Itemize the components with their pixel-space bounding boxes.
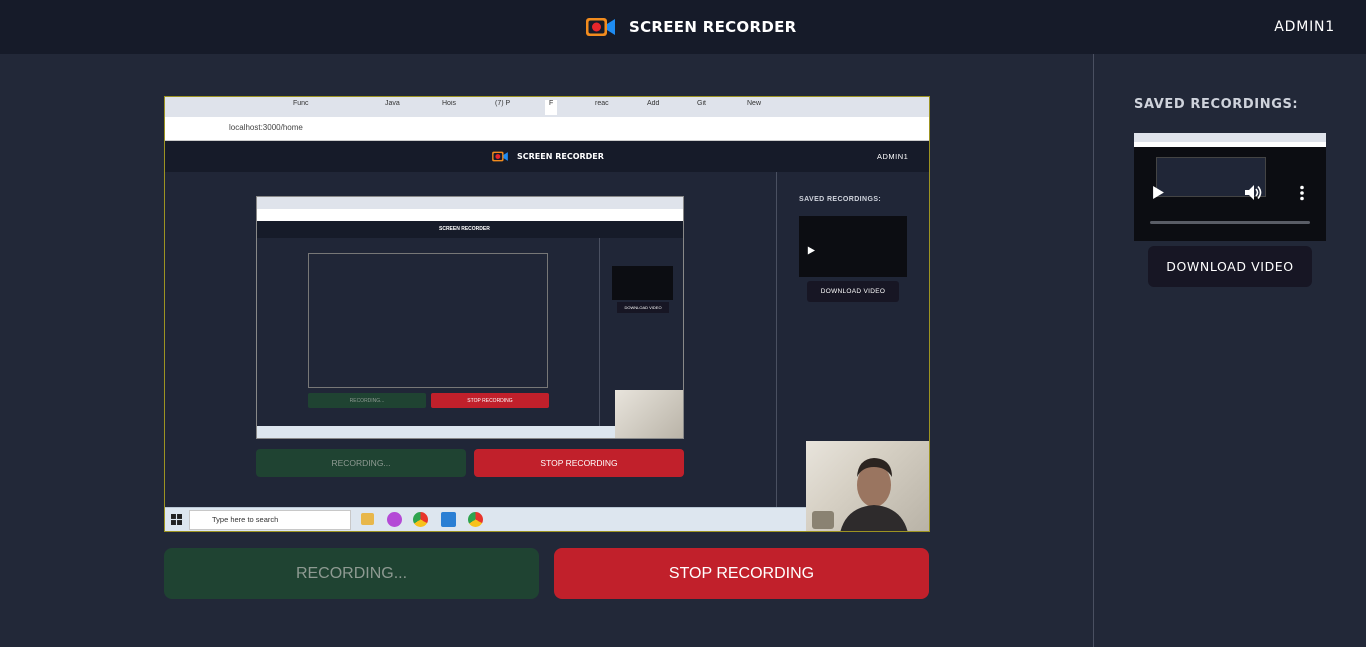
preview-tab: Add: [647, 100, 660, 107]
saved-recordings-title: SAVED RECORDINGS:: [1134, 97, 1299, 112]
vscode-icon: [441, 512, 456, 527]
app-title: SCREEN RECORDER: [629, 18, 797, 36]
video-camera-icon: [492, 151, 508, 162]
preview-app-header: SCREEN RECORDER ADMIN1: [165, 141, 929, 172]
preview-tab: reac: [595, 100, 609, 107]
preview-taskbar-search: Type here to search: [189, 510, 351, 530]
nested-inner-frame: [308, 253, 548, 388]
volume-icon[interactable]: [1245, 185, 1263, 200]
webcam-overlay: [806, 441, 929, 531]
nested-tab-bar: [257, 197, 683, 209]
preview-saved-title: SAVED RECORDINGS:: [799, 196, 882, 203]
chrome-icon: [468, 512, 483, 527]
preview-app-title: SCREEN RECORDER: [517, 152, 604, 161]
preview-tab: F: [545, 100, 558, 115]
sidebar-divider: [1093, 54, 1094, 647]
recording-video[interactable]: [1134, 133, 1326, 241]
recording-button[interactable]: RECORDING...: [164, 548, 539, 599]
stop-recording-button[interactable]: STOP RECORDING: [554, 548, 929, 599]
nested-webcam: [615, 390, 683, 438]
preview-address-bar: localhost:3000/home: [165, 117, 929, 141]
preview-tab: Hois: [442, 100, 457, 107]
preview-tab: Func: [293, 100, 309, 107]
preview-tab-bar: Func Java Hois (7) P F reac Add Git New: [165, 97, 929, 117]
windows-icon: [171, 514, 182, 525]
app-icon: [387, 512, 402, 527]
nested-thumbnail: [612, 266, 673, 300]
preview-stop-button: STOP RECORDING: [474, 449, 684, 477]
chrome-icon: [413, 512, 428, 527]
preview-divider: [776, 172, 777, 507]
preview-recording-button: RECORDING...: [256, 449, 466, 477]
video-frame-tabbar: [1134, 133, 1326, 142]
nested-app-header: SCREEN RECORDER: [257, 221, 683, 238]
top-navbar: SCREEN RECORDER ADMIN1: [0, 0, 1366, 54]
preview-thumbnail: [799, 216, 907, 277]
brand: SCREEN RECORDER: [585, 14, 797, 40]
preview-tab: Git: [697, 100, 706, 107]
preview-user: ADMIN1: [877, 152, 909, 161]
preview-download-button: DOWNLOAD VIDEO: [807, 281, 899, 302]
nested-download-button: DOWNLOAD VIDEO: [617, 302, 669, 313]
video-camera-icon: [586, 18, 615, 36]
nested-address-bar: [257, 209, 683, 221]
play-icon[interactable]: [1153, 186, 1164, 199]
download-video-button[interactable]: DOWNLOAD VIDEO: [1148, 246, 1312, 287]
video-progress-bar[interactable]: [1150, 221, 1310, 224]
nested-preview: SCREEN RECORDER DOWNLOAD VIDEO RECORDING…: [256, 196, 684, 439]
nested-recording-button: RECORDING...: [308, 393, 426, 408]
preview-tab: Java: [385, 100, 400, 107]
more-vertical-icon[interactable]: [1299, 185, 1305, 201]
preview-tab: (7) P: [495, 100, 511, 107]
nested-divider: [599, 238, 600, 428]
user-name[interactable]: ADMIN1: [1274, 19, 1335, 35]
nested-stop-button: STOP RECORDING: [431, 393, 549, 408]
video-frame-address: [1134, 142, 1326, 147]
folder-icon: [361, 513, 374, 525]
preview-address: localhost:3000/home: [229, 123, 303, 132]
nested-app-title: SCREEN RECORDER: [439, 226, 490, 232]
person-silhouette: [812, 458, 908, 531]
play-icon: [807, 246, 815, 255]
preview-tab: New: [747, 100, 762, 107]
screen-preview: Func Java Hois (7) P F reac Add Git New …: [164, 96, 930, 532]
